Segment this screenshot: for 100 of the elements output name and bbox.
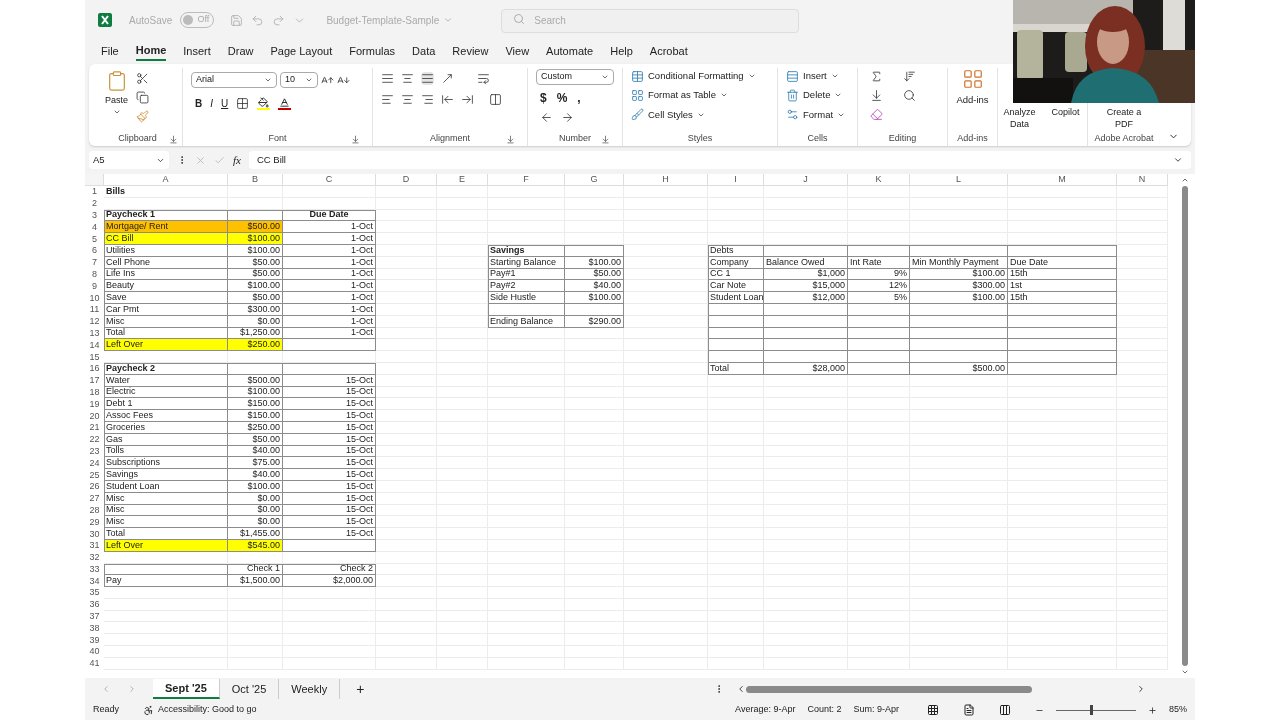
caret-icon[interactable] <box>601 73 609 81</box>
add-ins-button[interactable]: Add-ins <box>948 68 997 132</box>
paste-button[interactable]: Paste <box>105 68 128 132</box>
column-header[interactable]: F <box>488 174 565 186</box>
row-header[interactable]: 5 <box>85 233 104 245</box>
row-header[interactable]: 23 <box>85 445 104 458</box>
zoom-level[interactable]: 85% <box>1169 703 1187 717</box>
row-header[interactable]: 18 <box>85 386 104 399</box>
search-field[interactable]: Search <box>501 8 800 33</box>
styles-button[interactable]: Cell Styles <box>631 107 769 122</box>
align-right-icon[interactable] <box>421 93 434 106</box>
zoom-slider[interactable] <box>1056 705 1136 715</box>
vertical-scrollbar[interactable] <box>1181 186 1188 666</box>
row-header[interactable]: 27 <box>85 492 104 505</box>
row-header[interactable]: 30 <box>85 528 104 540</box>
column-header[interactable]: K <box>848 174 910 186</box>
row-header[interactable]: 20 <box>85 410 104 422</box>
styles-button[interactable]: Conditional Formatting <box>631 69 769 84</box>
column-header[interactable]: M <box>1008 174 1117 186</box>
row-header[interactable]: 31 <box>85 539 104 552</box>
page-break-icon[interactable] <box>999 704 1011 716</box>
increase-indent-icon[interactable] <box>461 93 474 106</box>
row-header[interactable]: 6 <box>85 245 104 257</box>
menu-tab[interactable]: Insert <box>183 41 211 61</box>
dialog-launcher-icon[interactable] <box>169 134 178 144</box>
row-header[interactable]: 19 <box>85 398 104 411</box>
row-header[interactable]: 4 <box>85 221 104 234</box>
analyze-button[interactable]: Analyze Data <box>1000 106 1039 130</box>
row-header[interactable]: 9 <box>85 280 104 293</box>
zoom-thumb[interactable] <box>1090 705 1094 715</box>
decrease-decimal-icon[interactable] <box>540 111 553 124</box>
font-style-button[interactable]: U <box>221 96 229 111</box>
column-header[interactable]: A <box>104 174 228 186</box>
caret-icon[interactable] <box>264 76 272 84</box>
eraser-icon[interactable] <box>870 108 883 121</box>
row-header[interactable]: 3 <box>85 209 104 222</box>
caret-icon[interactable] <box>305 76 313 84</box>
scroll-down-icon[interactable] <box>1180 668 1189 676</box>
column-header[interactable]: N <box>1117 174 1168 186</box>
menu-tab[interactable]: Data <box>412 41 436 61</box>
row-header[interactable]: 13 <box>85 327 104 340</box>
dialog-launcher-icon[interactable] <box>601 134 610 144</box>
cells-button[interactable]: Format <box>786 107 849 122</box>
row-header[interactable]: 12 <box>85 315 104 328</box>
font-family-field[interactable]: Arial <box>191 72 277 88</box>
wrap-text-icon[interactable] <box>477 72 490 85</box>
top-align-icon[interactable] <box>381 72 394 85</box>
row-header[interactable]: 14 <box>85 339 104 352</box>
menu-tab[interactable]: Help <box>610 41 633 61</box>
column-header[interactable]: D <box>376 174 437 186</box>
sheet-tab[interactable]: Sept '25 <box>153 679 220 699</box>
dialog-launcher-icon[interactable] <box>506 134 515 144</box>
cut-icon[interactable] <box>136 72 149 85</box>
scroll-up-icon[interactable] <box>1180 176 1189 184</box>
menu-tab[interactable]: Page Layout <box>270 41 333 61</box>
row-header[interactable]: 32 <box>85 551 104 564</box>
number-format-button[interactable]: $ <box>540 89 547 107</box>
column-header[interactable]: C <box>283 174 376 186</box>
dialog-launcher-icon[interactable] <box>351 134 360 144</box>
column-header[interactable]: J <box>764 174 848 186</box>
insert-function-button[interactable]: fx <box>233 151 241 169</box>
align-left-icon[interactable] <box>381 93 394 106</box>
row-header[interactable]: 33 <box>85 563 104 576</box>
sort-filter-icon[interactable] <box>902 70 916 83</box>
increase-decimal-icon[interactable] <box>561 111 574 124</box>
row-header[interactable]: 22 <box>85 433 104 446</box>
zoom-in-icon[interactable] <box>1148 705 1157 715</box>
sheet-tab[interactable]: Oct '25 <box>219 679 280 699</box>
autosum-icon[interactable] <box>870 70 883 83</box>
name-box[interactable]: A5 <box>89 151 169 169</box>
bottom-align-icon[interactable] <box>421 72 434 85</box>
row-header[interactable]: 39 <box>85 634 104 647</box>
normal-view-icon[interactable] <box>927 704 939 716</box>
column-header[interactable]: L <box>910 174 1008 186</box>
font-style-button[interactable]: B <box>195 96 203 111</box>
merge-icon[interactable] <box>489 93 502 106</box>
font-style-button[interactable]: I <box>210 96 213 111</box>
row-header[interactable]: 25 <box>85 469 104 481</box>
cells-button[interactable]: Insert <box>786 69 849 84</box>
row-header[interactable]: 36 <box>85 598 104 611</box>
menu-tab[interactable]: Review <box>452 41 489 61</box>
add-sheet-button[interactable]: + <box>356 678 365 700</box>
copy-icon[interactable] <box>136 91 149 104</box>
orientation-icon[interactable] <box>441 72 454 85</box>
row-header[interactable]: 28 <box>85 504 104 517</box>
decrease-indent-icon[interactable] <box>441 93 454 106</box>
menu-tab[interactable]: File <box>101 41 119 61</box>
column-header[interactable]: G <box>565 174 624 186</box>
caret-icon[interactable] <box>1173 155 1183 165</box>
menu-tab[interactable]: Draw <box>227 41 254 61</box>
column-header[interactable]: I <box>708 174 764 186</box>
font-color-icon[interactable] <box>278 97 292 110</box>
search-icon[interactable] <box>902 89 916 102</box>
number-format-button[interactable]: % <box>556 89 568 107</box>
number-format-field[interactable]: Custom <box>536 69 614 85</box>
sheet-tab[interactable]: Weekly <box>279 679 341 699</box>
row-header[interactable]: 37 <box>85 610 104 623</box>
font-size-field[interactable]: 10 <box>280 72 318 88</box>
row-header[interactable]: 15 <box>85 351 104 363</box>
create-pdf-button[interactable]: Create a PDF <box>1104 106 1144 130</box>
